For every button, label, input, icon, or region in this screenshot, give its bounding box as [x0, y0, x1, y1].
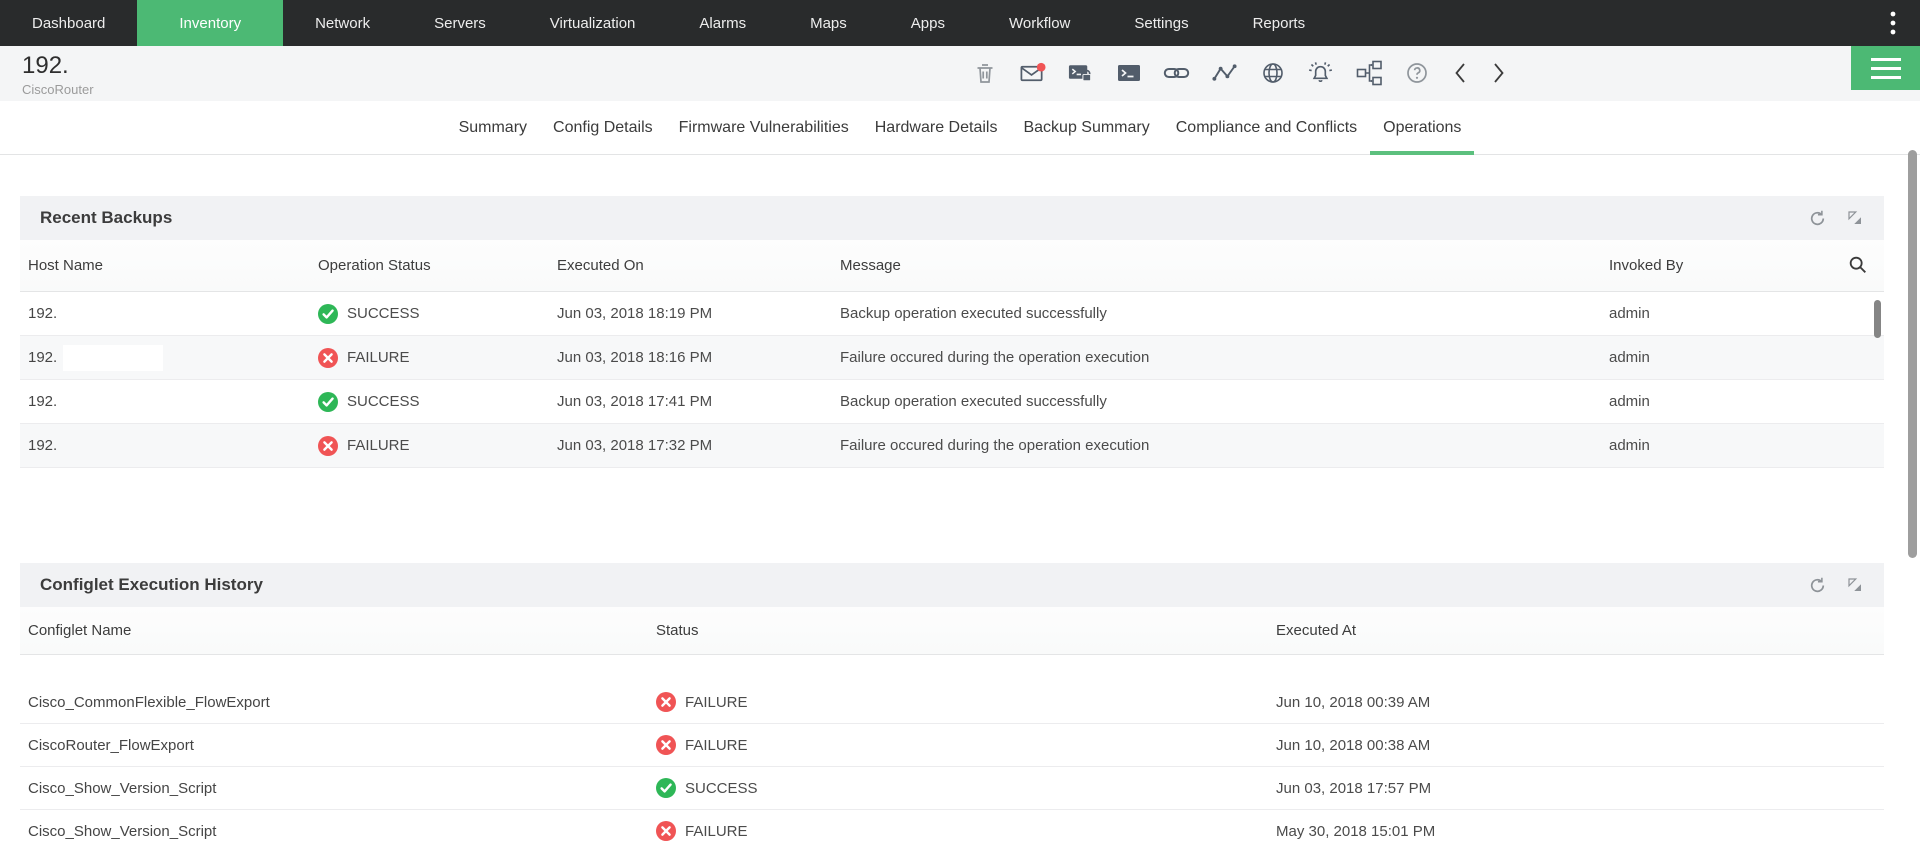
mail-notification-icon[interactable] — [1019, 60, 1046, 87]
expand-icon[interactable] — [1844, 574, 1866, 596]
table-row: Cisco_CommonFlexible_FlowExport FAILURE … — [20, 681, 1884, 724]
nav-item-workflow[interactable]: Workflow — [977, 0, 1102, 46]
status-success-icon — [318, 304, 338, 324]
secure-terminal-icon[interactable] — [1067, 60, 1094, 87]
col-status: Status — [656, 622, 1276, 639]
col-invoked-by: Invoked By — [1609, 257, 1836, 274]
terminal-icon[interactable] — [1115, 60, 1142, 87]
tab-firmware-vulnerabilities[interactable]: Firmware Vulnerabilities — [666, 101, 862, 154]
table-row: 192. FAILURE Jun 03, 2018 18:16 PM Failu… — [20, 336, 1884, 380]
table-row: Cisco_Show_Version_Script FAILURE May 30… — [20, 810, 1884, 845]
col-executed-at: Executed At — [1276, 622, 1884, 639]
recent-backups-header: Recent Backups — [20, 196, 1884, 240]
nav-item-virtualization[interactable]: Virtualization — [518, 0, 668, 46]
status-success-icon — [656, 778, 676, 798]
kebab-menu-icon[interactable] — [1878, 0, 1908, 46]
table-row: 192. FAILURE Jun 03, 2018 17:32 PM Failu… — [20, 424, 1884, 468]
page-scrollbar — [1908, 0, 1917, 845]
panel-title: Recent Backups — [40, 208, 172, 228]
tab-compliance-and-conflicts[interactable]: Compliance and Conflicts — [1163, 101, 1370, 154]
tab-backup-summary[interactable]: Backup Summary — [1010, 101, 1162, 154]
status-failure-icon — [318, 436, 338, 456]
recent-backups-table-header: Host Name Operation Status Executed On M… — [20, 240, 1884, 292]
status-failure-icon — [318, 348, 338, 368]
status-failure-icon — [656, 692, 676, 712]
nav-item-reports[interactable]: Reports — [1221, 0, 1338, 46]
col-host-name: Host Name — [28, 257, 318, 274]
nav-item-maps[interactable]: Maps — [778, 0, 879, 46]
device-title: 192. — [22, 52, 69, 80]
page-scrollbar-thumb[interactable] — [1908, 150, 1917, 558]
panel-title: Configlet Execution History — [40, 575, 263, 595]
device-header: 192. CiscoRouter — [0, 46, 1920, 101]
recent-backups-rows: 192. SUCCESS Jun 03, 2018 18:19 PM Backu… — [20, 292, 1884, 468]
configlet-history-panel: Configlet Execution History Configlet Na… — [20, 563, 1884, 845]
trash-icon[interactable] — [971, 60, 998, 87]
table-scrollbar-thumb[interactable] — [1874, 300, 1881, 338]
alarm-bell-icon[interactable] — [1307, 60, 1334, 87]
top-nav: Dashboard Inventory Network Servers Virt… — [0, 0, 1920, 46]
globe-icon[interactable] — [1259, 60, 1286, 87]
tab-summary[interactable]: Summary — [446, 101, 540, 154]
device-subtitle: CiscoRouter — [22, 82, 94, 97]
tab-hardware-details[interactable]: Hardware Details — [862, 101, 1011, 154]
col-configlet-name: Configlet Name — [28, 622, 656, 639]
nav-item-inventory[interactable]: Inventory — [137, 0, 283, 46]
link-icon[interactable] — [1163, 60, 1190, 87]
workflow-icon[interactable] — [1355, 60, 1382, 87]
chevron-right-icon[interactable] — [1490, 60, 1508, 87]
configlet-history-table-header: Configlet Name Status Executed At — [20, 607, 1884, 655]
col-executed-on: Executed On — [557, 257, 840, 274]
status-failure-icon — [656, 821, 676, 841]
expand-icon[interactable] — [1844, 207, 1866, 229]
table-row: Cisco_Show_Version_Script SUCCESS Jun 03… — [20, 767, 1884, 810]
search-icon[interactable] — [1846, 254, 1870, 278]
refresh-icon[interactable] — [1806, 574, 1828, 596]
table-row: 192. SUCCESS Jun 03, 2018 18:19 PM Backu… — [20, 292, 1884, 336]
status-failure-icon — [656, 735, 676, 755]
nav-item-apps[interactable]: Apps — [879, 0, 977, 46]
chevron-left-icon[interactable] — [1451, 60, 1469, 87]
tab-config-details[interactable]: Config Details — [540, 101, 666, 154]
device-toolbar — [971, 51, 1508, 95]
nav-item-settings[interactable]: Settings — [1102, 0, 1220, 46]
recent-backups-panel: Recent Backups Host Name Operation Statu… — [20, 196, 1884, 468]
col-operation-status: Operation Status — [318, 257, 557, 274]
table-row: 192. SUCCESS Jun 03, 2018 17:41 PM Backu… — [20, 380, 1884, 424]
refresh-icon[interactable] — [1806, 207, 1828, 229]
table-row: CiscoRouter_FlowExport FAILURE Jun 10, 2… — [20, 724, 1884, 767]
redaction-box — [63, 345, 163, 371]
tab-operations[interactable]: Operations — [1370, 101, 1474, 154]
status-success-icon — [318, 392, 338, 412]
nav-item-servers[interactable]: Servers — [402, 0, 518, 46]
nav-item-dashboard[interactable]: Dashboard — [0, 0, 137, 46]
device-tabs: Summary Config Details Firmware Vulnerab… — [0, 101, 1920, 155]
nav-item-network[interactable]: Network — [283, 0, 402, 46]
help-icon[interactable] — [1403, 60, 1430, 87]
col-message: Message — [840, 257, 1609, 274]
line-graph-icon[interactable] — [1211, 60, 1238, 87]
configlet-history-header: Configlet Execution History — [20, 563, 1884, 607]
nav-item-alarms[interactable]: Alarms — [667, 0, 778, 46]
configlet-history-rows: Cisco_CommonFlexible_FlowExport FAILURE … — [20, 655, 1884, 845]
operations-content: Recent Backups Host Name Operation Statu… — [0, 155, 1920, 845]
